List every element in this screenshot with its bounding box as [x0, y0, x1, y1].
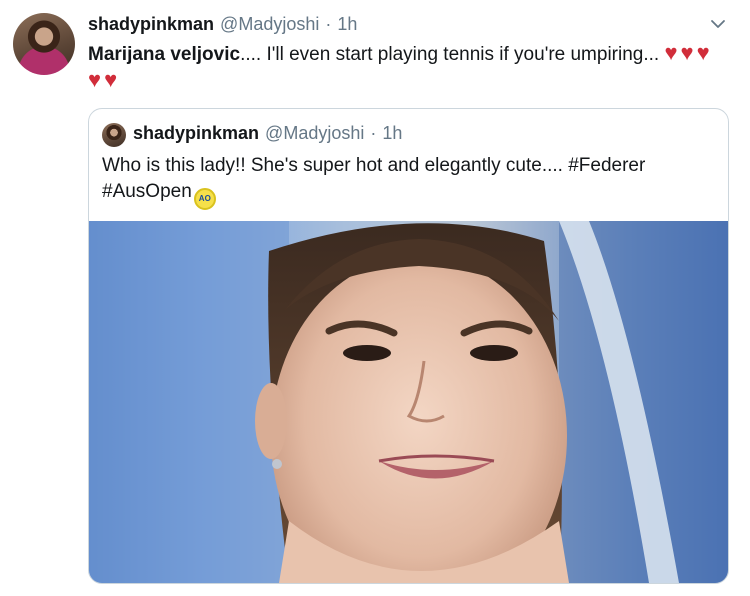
avatar[interactable]: [13, 13, 75, 75]
quoted-tweet-text: Who is this lady!! She's super hot and e…: [102, 153, 712, 210]
quoted-timestamp: 1h: [382, 123, 403, 143]
tweet[interactable]: shadypinkman @Madyjoshi · 1h Marijana ve…: [0, 0, 750, 596]
tweet-text-rest: .... I'll even start playing tennis if y…: [240, 44, 660, 65]
quoted-avatar: [102, 123, 126, 147]
hashtag-ausopen[interactable]: #AusOpen: [102, 181, 192, 202]
hashtag-federer[interactable]: #Federer: [568, 155, 645, 176]
tweet-photo[interactable]: [89, 221, 728, 583]
quoted-handle: @Madyjoshi: [265, 123, 365, 143]
tweet-text: Marijana veljovic.... I'll even start pl…: [88, 40, 733, 94]
chevron-down-icon[interactable]: [708, 14, 728, 34]
tweet-header: shadypinkman @Madyjoshi · 1h: [88, 14, 357, 35]
ao-emoji-icon: AO: [193, 188, 216, 210]
quoted-display-name: shadypinkman: [133, 123, 260, 143]
timestamp[interactable]: 1h: [337, 14, 357, 35]
heart-emojis-line1: ♥♥♥: [664, 40, 713, 65]
quoted-tweet[interactable]: shadypinkman @Madyjoshi · 1h Who is this…: [88, 108, 729, 584]
heart-emojis-line2: ♥♥: [88, 67, 121, 92]
quoted-separator-dot: ·: [370, 123, 377, 143]
handle[interactable]: @Madyjoshi: [220, 14, 319, 35]
display-name[interactable]: shadypinkman: [88, 14, 214, 35]
photo-illustration: [89, 221, 728, 583]
quoted-text-body: Who is this lady!! She's super hot and e…: [102, 155, 569, 176]
quoted-tweet-header: shadypinkman @Madyjoshi · 1h: [133, 123, 402, 144]
separator-dot: ·: [325, 14, 332, 34]
tweet-text-name: Marijana veljovic: [88, 44, 241, 65]
